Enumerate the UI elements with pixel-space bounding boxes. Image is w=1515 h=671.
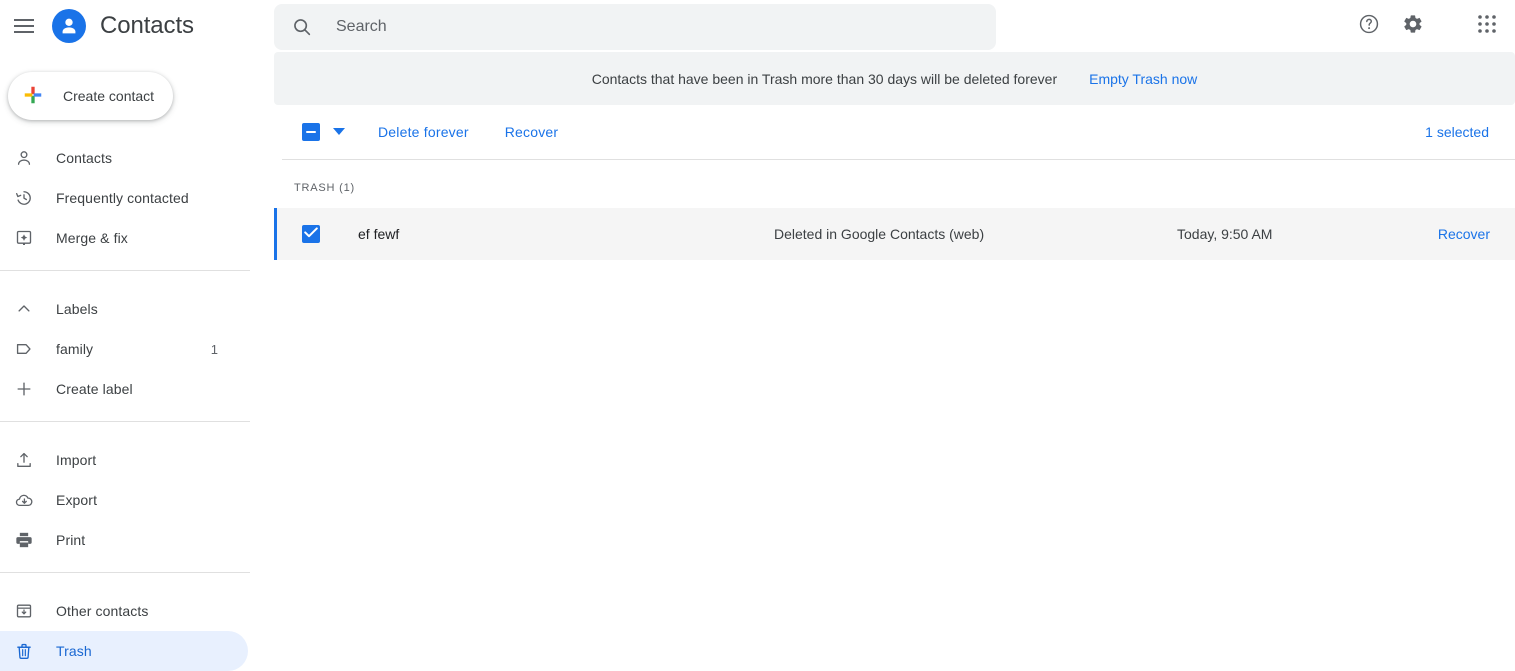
sidebar-item-label: Export bbox=[56, 492, 98, 508]
sidebar-item-count: 1 bbox=[210, 341, 218, 357]
sidebar-divider-2 bbox=[0, 421, 250, 422]
sidebar-item-label: Merge & fix bbox=[56, 230, 128, 246]
person-icon bbox=[12, 146, 36, 170]
selection-toolbar: Delete forever Recover 1 selected bbox=[274, 105, 1515, 159]
search-icon bbox=[290, 15, 314, 39]
recover-button[interactable]: Recover bbox=[505, 124, 559, 140]
sidebar-item-label: Print bbox=[56, 532, 86, 548]
sidebar-item-labels[interactable]: Labels bbox=[0, 289, 248, 329]
chevron-up-icon bbox=[12, 297, 36, 321]
create-contact-label: Create contact bbox=[63, 88, 155, 104]
main-content: Contacts that have been in Trash more th… bbox=[274, 52, 1515, 634]
selection-menu-button[interactable] bbox=[330, 123, 348, 141]
checkmark-icon bbox=[304, 225, 318, 243]
sidebar-item-other-contacts[interactable]: Other contacts bbox=[0, 591, 248, 631]
empty-trash-now-link[interactable]: Empty Trash now bbox=[1089, 71, 1197, 87]
sidebar-item-print[interactable]: Print bbox=[0, 520, 248, 560]
search-bar[interactable] bbox=[274, 4, 996, 50]
plus-icon bbox=[22, 84, 44, 109]
section-header-trash: TRASH (1) bbox=[294, 182, 355, 194]
chevron-down-icon bbox=[333, 123, 345, 141]
sidebar-item-label: Other contacts bbox=[56, 603, 149, 619]
contact-deleted-date: Today, 9:50 AM bbox=[1177, 226, 1273, 242]
sidebar-item-export[interactable]: Export bbox=[0, 480, 248, 520]
app-brand[interactable]: Contacts bbox=[52, 9, 194, 43]
sidebar-item-label: Labels bbox=[56, 301, 98, 317]
sidebar-item-label: family bbox=[56, 341, 94, 357]
sidebar-item-label: Contacts bbox=[56, 150, 113, 166]
merge-fix-icon bbox=[12, 226, 36, 250]
trash-banner-text: Contacts that have been in Trash more th… bbox=[591, 70, 1058, 87]
sidebar-divider-3 bbox=[0, 572, 250, 573]
help-icon bbox=[1358, 13, 1380, 40]
contacts-avatar-icon bbox=[52, 9, 86, 43]
search-input[interactable] bbox=[336, 18, 956, 36]
row-checkbox[interactable] bbox=[302, 225, 320, 243]
plus-thin-icon bbox=[12, 377, 36, 401]
trash-icon bbox=[12, 639, 36, 663]
hamburger-icon bbox=[14, 19, 34, 33]
printer-icon bbox=[12, 528, 36, 552]
create-contact-button[interactable]: Create contact bbox=[8, 72, 173, 120]
sidebar-item-merge-and-fix[interactable]: Merge & fix bbox=[0, 218, 248, 258]
selected-count-label: 1 selected bbox=[1425, 124, 1489, 140]
sidebar-item-contacts[interactable]: Contacts bbox=[0, 138, 248, 178]
sidebar-item-label-family[interactable]: family 1 bbox=[0, 329, 248, 369]
sidebar-item-frequently-contacted[interactable]: Frequently contacted bbox=[0, 178, 248, 218]
delete-forever-button[interactable]: Delete forever bbox=[378, 124, 469, 140]
export-cloud-icon bbox=[12, 488, 36, 512]
top-app-bar: Contacts bbox=[0, 0, 1515, 52]
indeterminate-dash-icon bbox=[306, 131, 316, 133]
history-icon bbox=[12, 186, 36, 210]
sidebar-item-label: Import bbox=[56, 452, 97, 468]
sidebar-item-label: Create label bbox=[56, 381, 133, 397]
row-recover-link[interactable]: Recover bbox=[1438, 226, 1490, 242]
trash-info-banner: Contacts that have been in Trash more th… bbox=[274, 52, 1515, 105]
select-all-checkbox[interactable] bbox=[302, 123, 320, 141]
sidebar-item-label: Frequently contacted bbox=[56, 190, 189, 206]
sidebar-divider-1 bbox=[0, 270, 250, 271]
top-bar-actions bbox=[1347, 4, 1509, 48]
contact-name: ef fewf bbox=[358, 226, 400, 242]
sidebar-item-import[interactable]: Import bbox=[0, 440, 248, 480]
other-contacts-icon bbox=[12, 599, 36, 623]
sidebar-item-trash[interactable]: Trash bbox=[0, 631, 248, 671]
settings-button[interactable] bbox=[1391, 4, 1435, 48]
sidebar-group-tools: Import Export Print bbox=[0, 440, 256, 560]
sidebar-group-storage: Other contacts Trash bbox=[0, 591, 256, 671]
gear-icon bbox=[1402, 13, 1424, 40]
sidebar-item-label: Trash bbox=[56, 643, 92, 659]
table-row[interactable]: ef fewf Deleted in Google Contacts (web)… bbox=[274, 208, 1515, 260]
hamburger-menu-button[interactable] bbox=[4, 6, 44, 46]
sidebar: Create contact Contacts Frequently conta… bbox=[0, 52, 256, 671]
contact-deleted-source: Deleted in Google Contacts (web) bbox=[774, 226, 985, 242]
page-title: Contacts bbox=[100, 12, 194, 39]
help-button[interactable] bbox=[1347, 4, 1391, 48]
sidebar-item-create-label[interactable]: Create label bbox=[0, 369, 248, 409]
sidebar-group-labels: Labels family 1 Create label bbox=[0, 289, 256, 409]
apps-grid-icon bbox=[1477, 14, 1497, 39]
sidebar-group-main: Contacts Frequently contacted Merge & fi… bbox=[0, 138, 256, 258]
import-icon bbox=[12, 448, 36, 472]
label-tag-icon bbox=[12, 337, 36, 361]
google-apps-button[interactable] bbox=[1465, 4, 1509, 48]
